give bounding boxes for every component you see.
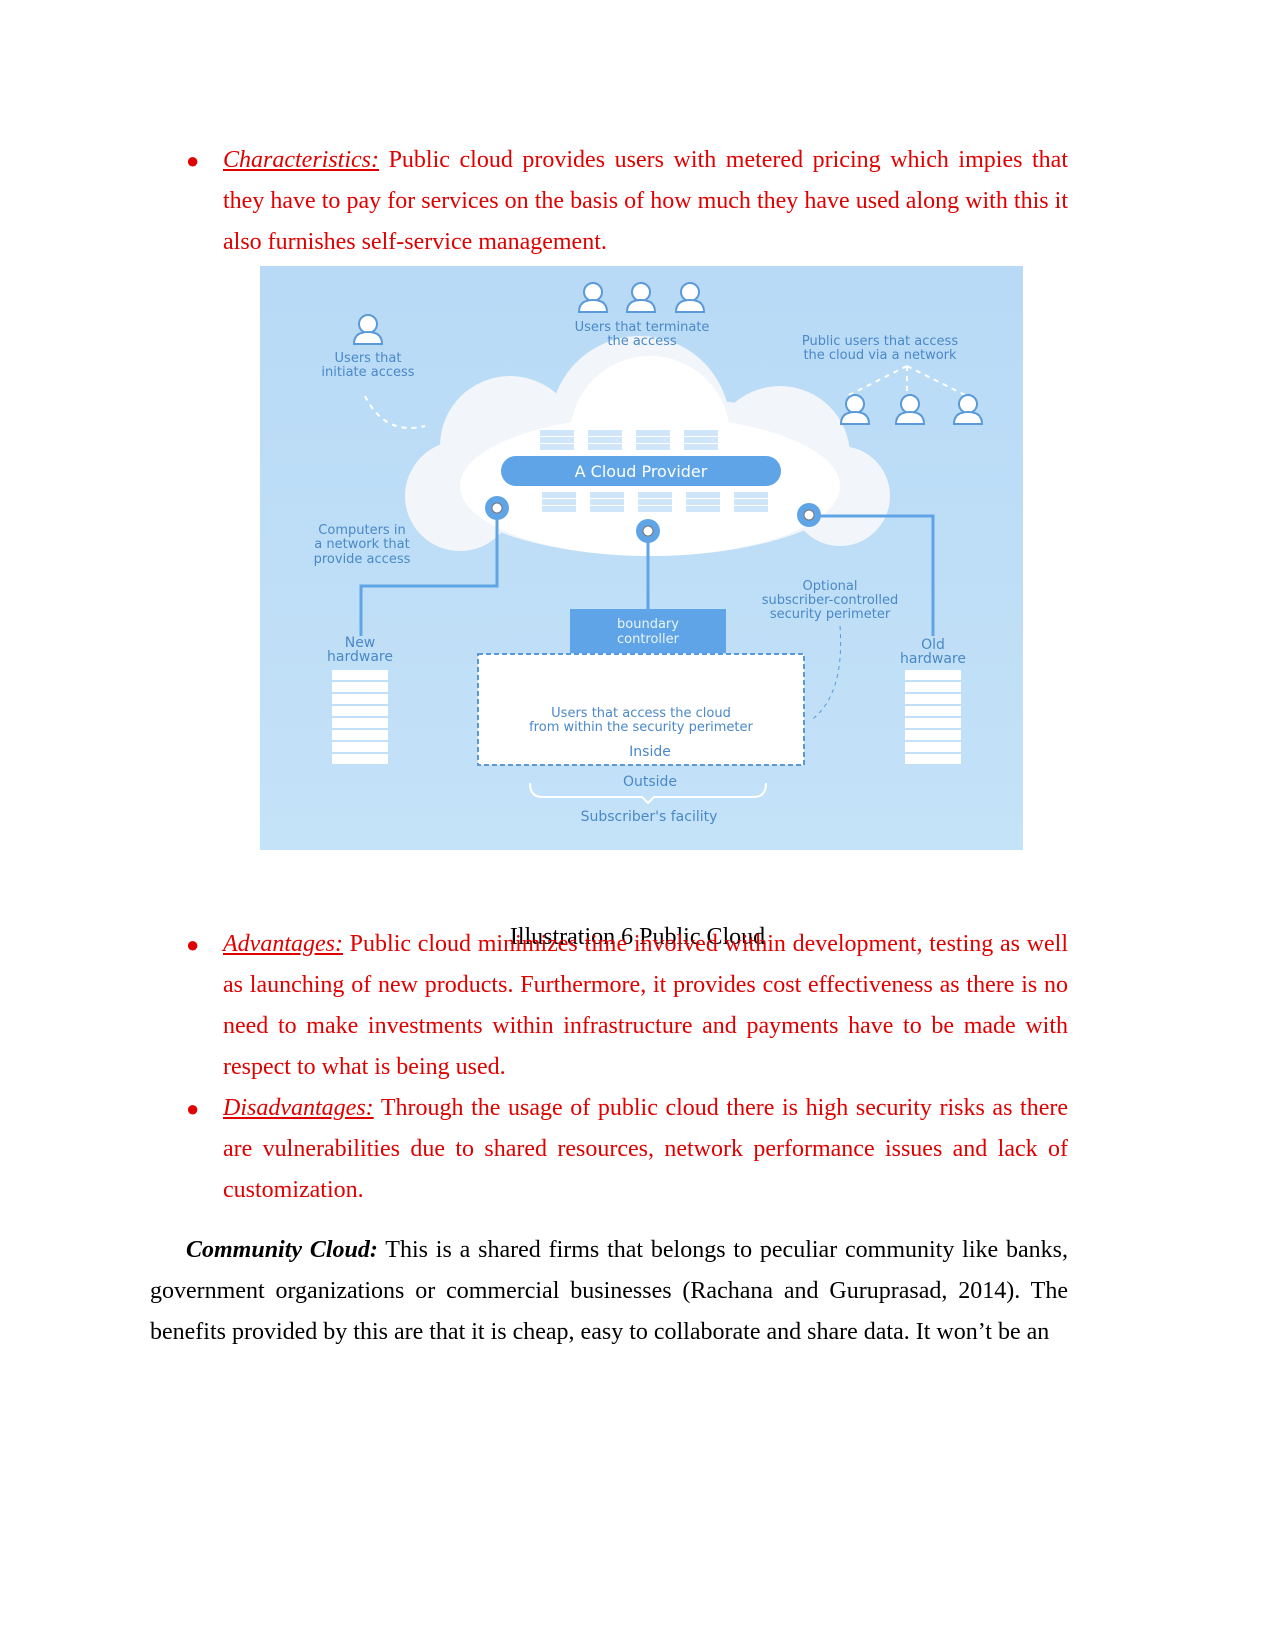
- community-cloud-label: Community Cloud:: [186, 1237, 378, 1263]
- svg-text:provide access: provide access: [314, 552, 411, 567]
- svg-text:Outside: Outside: [623, 774, 677, 790]
- svg-text:Users that terminate: Users that terminate: [575, 320, 710, 335]
- bullet-advantages: ● Advantages: Public cloud minimizes tim…: [186, 924, 1068, 1088]
- bullet-icon: ●: [186, 932, 200, 957]
- svg-text:Subscriber's facility: Subscriber's facility: [581, 809, 718, 825]
- bullet-text: Public cloud minimizes time involved wit…: [223, 931, 1068, 1080]
- bullet-icon: ●: [186, 148, 200, 173]
- svg-text:security perimeter: security perimeter: [770, 607, 891, 622]
- bullet-label: Characteristics:: [223, 147, 379, 173]
- svg-text:initiate access: initiate access: [321, 365, 414, 380]
- svg-text:the cloud via a network: the cloud via a network: [803, 348, 957, 363]
- svg-text:Users that: Users that: [335, 351, 402, 366]
- svg-text:hardware: hardware: [900, 651, 966, 667]
- svg-text:boundary: boundary: [617, 617, 679, 632]
- svg-text:Public users that access: Public users that access: [802, 334, 958, 349]
- svg-text:Optional: Optional: [803, 579, 858, 594]
- svg-text:A Cloud Provider: A Cloud Provider: [575, 462, 708, 481]
- svg-text:hardware: hardware: [327, 649, 393, 665]
- bullet-label: Disadvantages:: [223, 1095, 374, 1121]
- svg-text:Computers in: Computers in: [318, 523, 405, 538]
- bullet-label: Advantages:: [223, 931, 343, 957]
- bullet-characteristics: ● Characteristics: Public cloud provides…: [186, 140, 1068, 263]
- svg-text:controller: controller: [617, 632, 680, 647]
- community-cloud-paragraph: Community Cloud: This is a shared firms …: [150, 1230, 1068, 1353]
- public-cloud-diagram: A Cloud Provider Users that initiate acc…: [260, 266, 1023, 850]
- svg-text:the access: the access: [607, 334, 676, 349]
- document-page: ● Characteristics: Public cloud provides…: [0, 0, 1275, 1651]
- svg-text:from within the security perim: from within the security perimeter: [529, 720, 753, 735]
- svg-text:subscriber-controlled: subscriber-controlled: [762, 593, 899, 608]
- svg-text:Inside: Inside: [629, 744, 671, 760]
- svg-text:a network that: a network that: [314, 537, 409, 552]
- svg-text:Users that access the cloud: Users that access the cloud: [551, 706, 731, 721]
- bullet-icon: ●: [186, 1096, 200, 1121]
- bullet-disadvantages: ● Disadvantages: Through the usage of pu…: [186, 1088, 1068, 1211]
